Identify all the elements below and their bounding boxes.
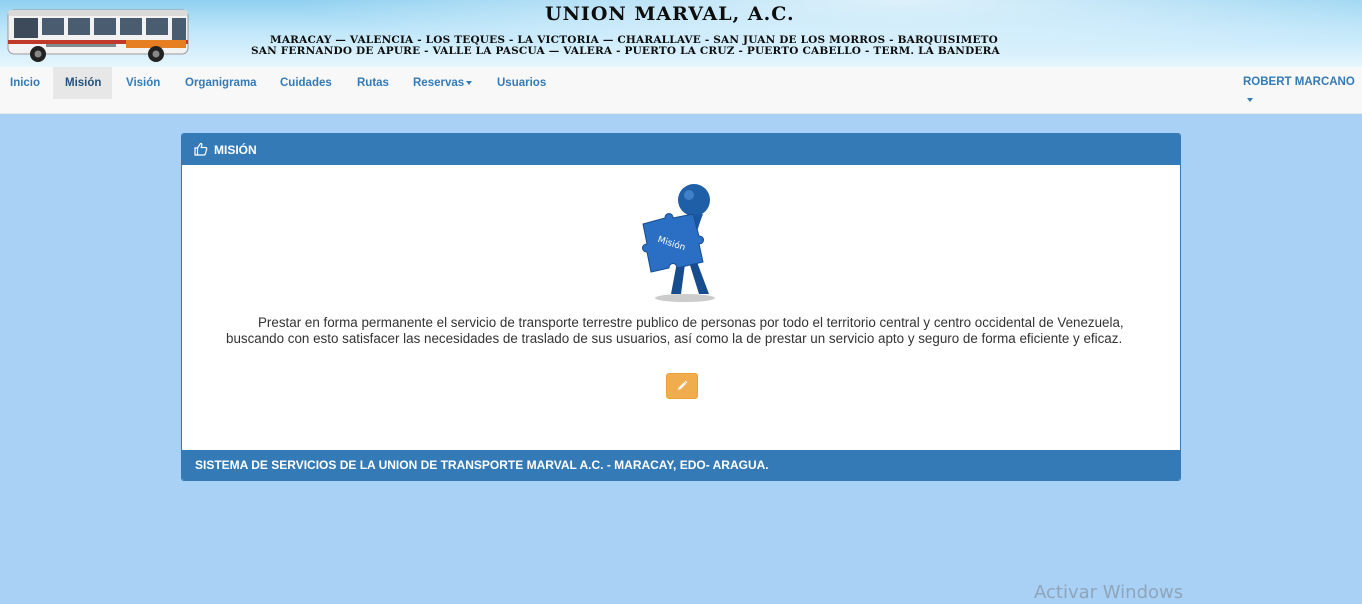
routes-line-2: SAN FERNANDO DE APURE - VALLE LA PASCUA … — [251, 45, 1000, 57]
mission-text: Prestar en forma permanente el servicio … — [226, 315, 1124, 346]
nav-item-rutas[interactable]: Rutas — [344, 67, 400, 99]
mission-panel: MISIÓN Misión Prestar en forma permanent… — [181, 133, 1181, 481]
top-navbar: Inicio Misión Visión Organigrama Cuidade… — [0, 67, 1362, 114]
user-menu[interactable]: ROBERT MARCANO — [1243, 76, 1355, 88]
bus-logo-icon — [7, 9, 189, 62]
nav-item-cuidades[interactable]: Cuidades — [267, 67, 343, 99]
mission-figure-image: Misión — [642, 184, 715, 302]
nav-item-inicio[interactable]: Inicio — [0, 67, 50, 99]
header-banner: UNION MARVAL, A.C. MARACAY — VALENCIA - … — [0, 0, 1362, 67]
footer-text: SISTEMA DE SERVICIOS DE LA UNION DE TRAN… — [195, 458, 769, 472]
caret-down-icon — [466, 80, 473, 85]
nav-item-reservas[interactable]: Reservas — [401, 67, 484, 99]
panel-footer: SISTEMA DE SERVICIOS DE LA UNION DE TRAN… — [182, 450, 1180, 480]
activate-windows-watermark: Activar Windows — [1034, 582, 1184, 603]
brand-title: UNION MARVAL, A.C. — [545, 3, 795, 25]
nav-item-reservas-label: Reservas — [413, 77, 465, 89]
panel-heading: MISIÓN — [182, 134, 1180, 165]
nav-item-usuarios[interactable]: Usuarios — [485, 67, 555, 99]
nav-item-mision[interactable]: Misión — [53, 67, 112, 99]
pencil-icon — [678, 380, 688, 390]
thumbs-up-icon — [194, 142, 208, 156]
nav-item-vision[interactable]: Visión — [113, 67, 171, 99]
user-caret-down-icon — [1247, 98, 1253, 102]
nav-item-organigrama[interactable]: Organigrama — [172, 67, 266, 99]
edit-button[interactable] — [666, 373, 698, 399]
panel-title: MISIÓN — [214, 143, 257, 157]
